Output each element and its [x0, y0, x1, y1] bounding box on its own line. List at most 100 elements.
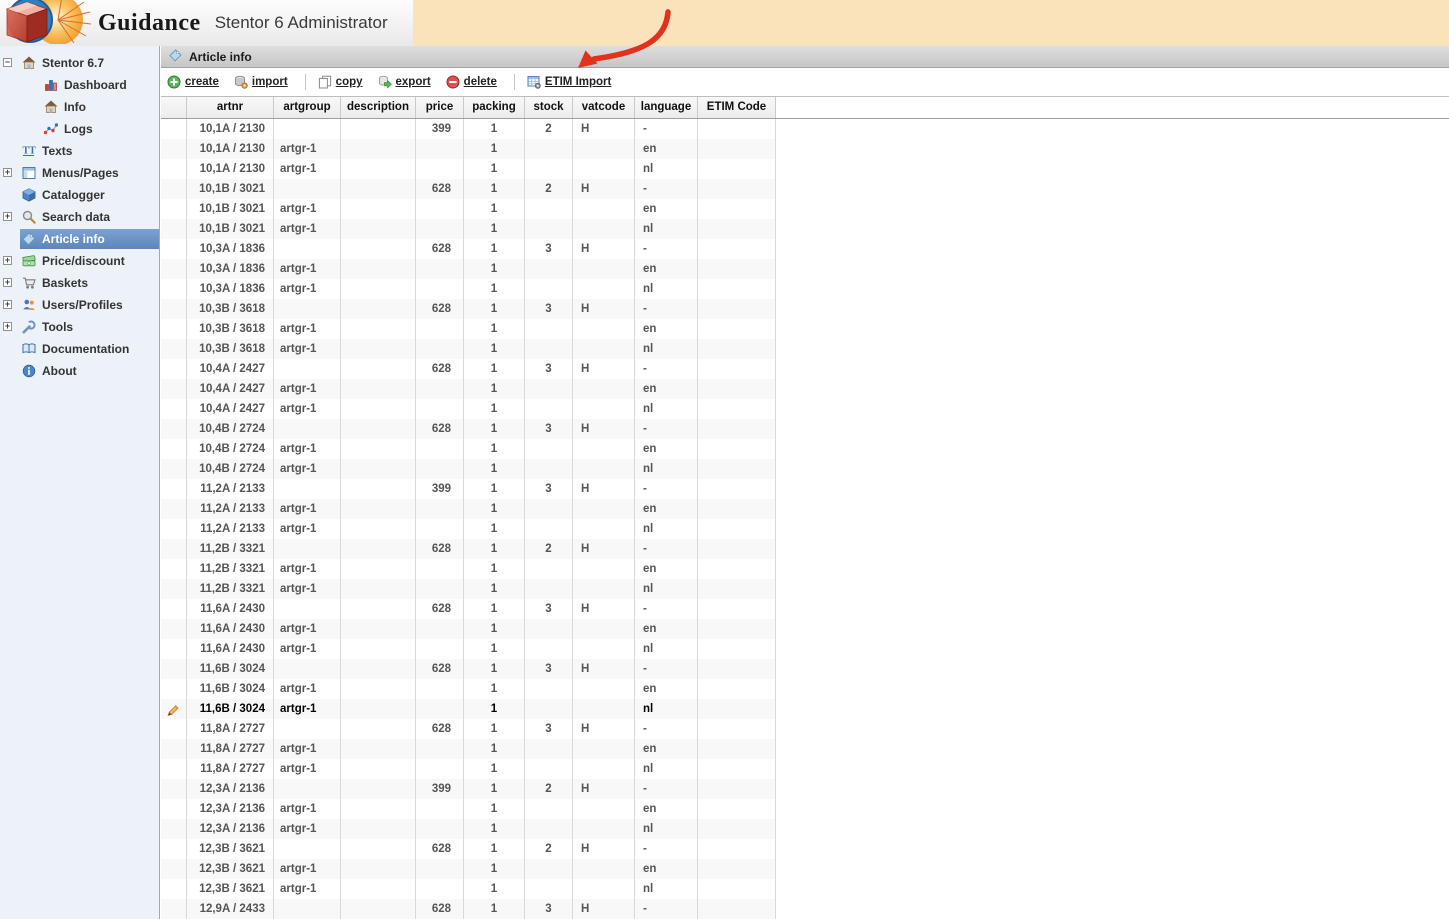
cell-description [341, 459, 416, 479]
sidebar-item-users-profiles[interactable]: + Users/Profiles [0, 294, 159, 316]
cell-packing: 1 [464, 779, 525, 799]
expand-icon[interactable]: + [3, 278, 12, 287]
table-row[interactable]: 10,4A / 2427 artgr-1 1 nl [161, 399, 776, 419]
table-row[interactable]: 10,1B / 3021 artgr-1 1 nl [161, 219, 776, 239]
table-row[interactable]: 11,2B / 3321 artgr-1 1 nl [161, 579, 776, 599]
cell-vatcode: H [573, 179, 635, 199]
cell-artgroup: artgr-1 [274, 159, 341, 179]
table-row[interactable]: 10,4B / 2724 artgr-1 1 nl [161, 459, 776, 479]
column-header-artnr[interactable]: artnr [187, 97, 274, 118]
table-row[interactable]: 11,6A / 2430 artgr-1 1 nl [161, 639, 776, 659]
main-panel: Article info create import copy export delet… [161, 46, 1449, 919]
table-row[interactable]: 11,6B / 3024 artgr-1 1 nl [161, 699, 776, 719]
cell-artgroup [274, 179, 341, 199]
sidebar-item-menus-pages[interactable]: + Menus/Pages [0, 162, 159, 184]
cell-artnr: 11,6A / 2430 [187, 619, 274, 639]
cell-stock [525, 819, 573, 839]
table-row[interactable]: 11,6B / 3024 artgr-1 1 en [161, 679, 776, 699]
column-header-price[interactable]: price [416, 97, 464, 118]
table-row[interactable]: 10,3B / 3618 628 1 3 H - [161, 299, 776, 319]
cell-etim-code [698, 759, 776, 779]
column-header-artgroup[interactable]: artgroup [274, 97, 341, 118]
table-row[interactable]: 10,3A / 1836 artgr-1 1 nl [161, 279, 776, 299]
create-button[interactable]: create [167, 75, 219, 89]
pencil-icon[interactable] [167, 704, 180, 717]
cell-artnr: 11,8A / 2727 [187, 739, 274, 759]
cell-vatcode [573, 259, 635, 279]
sidebar-item-about[interactable]: About [0, 360, 159, 382]
column-header-stock[interactable]: stock [525, 97, 573, 118]
table-row[interactable]: 11,6A / 2430 artgr-1 1 en [161, 619, 776, 639]
expand-icon[interactable]: + [3, 212, 12, 221]
table-row[interactable]: 10,3A / 1836 628 1 3 H - [161, 239, 776, 259]
cell-stock: 2 [525, 539, 573, 559]
table-row[interactable]: 10,3B / 3618 artgr-1 1 en [161, 319, 776, 339]
import-button[interactable]: import [234, 75, 288, 89]
sidebar-item-texts[interactable]: TT Texts [0, 140, 159, 162]
table-row[interactable]: 10,4A / 2427 628 1 3 H - [161, 359, 776, 379]
table-row[interactable]: 10,3A / 1836 artgr-1 1 en [161, 259, 776, 279]
table-row[interactable]: 11,8A / 2727 628 1 3 H - [161, 719, 776, 739]
table-row[interactable]: 11,8A / 2727 artgr-1 1 nl [161, 759, 776, 779]
sidebar-item-search-data[interactable]: + Search data [0, 206, 159, 228]
table-row[interactable]: 12,3B / 3621 628 1 2 H - [161, 839, 776, 859]
copy-button[interactable]: copy [318, 75, 363, 89]
table-row[interactable]: 10,3B / 3618 artgr-1 1 nl [161, 339, 776, 359]
cell-description [341, 419, 416, 439]
sidebar-item-baskets[interactable]: + Baskets [0, 272, 159, 294]
export-button[interactable]: export [378, 75, 431, 89]
cell-etim-code [698, 139, 776, 159]
sidebar-item-logs[interactable]: Logs [0, 118, 159, 140]
table-row[interactable]: 12,3A / 2136 399 1 2 H - [161, 779, 776, 799]
column-header-packing[interactable]: packing [464, 97, 525, 118]
cell-artnr: 11,2A / 2133 [187, 499, 274, 519]
table-row[interactable]: 10,1A / 2130 399 1 2 H - [161, 119, 776, 139]
sidebar-item-catalogger[interactable]: Catalogger [0, 184, 159, 206]
table-row[interactable]: 11,2B / 3321 628 1 2 H - [161, 539, 776, 559]
table-row[interactable]: 11,6B / 3024 628 1 3 H - [161, 659, 776, 679]
cell-etim-code [698, 199, 776, 219]
table-row[interactable]: 12,3A / 2136 artgr-1 1 nl [161, 819, 776, 839]
cell-artgroup: artgr-1 [274, 199, 341, 219]
table-row[interactable]: 10,1B / 3021 artgr-1 1 en [161, 199, 776, 219]
copy-icon [318, 75, 332, 89]
sidebar-item-info[interactable]: Info [0, 96, 159, 118]
expand-icon[interactable]: + [3, 168, 12, 177]
column-header-vatcode[interactable]: vatcode [573, 97, 635, 118]
table-row[interactable]: 10,1A / 2130 artgr-1 1 nl [161, 159, 776, 179]
table-row[interactable]: 11,2A / 2133 399 1 3 H - [161, 479, 776, 499]
column-header-etim-code[interactable]: ETIM Code [698, 97, 776, 118]
cell-description [341, 579, 416, 599]
table-row[interactable]: 11,6A / 2430 628 1 3 H - [161, 599, 776, 619]
column-header-language[interactable]: language [635, 97, 698, 118]
sidebar-item-tools[interactable]: + Tools [0, 316, 159, 338]
cell-etim-code [698, 479, 776, 499]
table-row[interactable]: 11,2A / 2133 artgr-1 1 en [161, 499, 776, 519]
table-row[interactable]: 11,2A / 2133 artgr-1 1 nl [161, 519, 776, 539]
table-row[interactable]: 12,9A / 2433 628 1 3 H - [161, 899, 776, 919]
sidebar-item-stentor-6-7[interactable]: − Stentor 6.7 [0, 52, 159, 74]
table-row[interactable]: 12,3A / 2136 artgr-1 1 en [161, 799, 776, 819]
create-plus-icon [167, 75, 181, 89]
table-row[interactable]: 10,4B / 2724 artgr-1 1 en [161, 439, 776, 459]
column-header-description[interactable]: description [341, 97, 416, 118]
table-row[interactable]: 12,3B / 3621 artgr-1 1 nl [161, 879, 776, 899]
table-row[interactable]: 10,1B / 3021 628 1 2 H - [161, 179, 776, 199]
expand-icon[interactable]: + [3, 322, 12, 331]
collapse-icon[interactable]: − [3, 58, 12, 67]
table-row[interactable]: 11,8A / 2727 artgr-1 1 en [161, 739, 776, 759]
table-row[interactable]: 12,3B / 3621 artgr-1 1 en [161, 859, 776, 879]
cell-description [341, 739, 416, 759]
sidebar-item-article-info[interactable]: Article info [0, 228, 159, 250]
table-row[interactable]: 11,2B / 3321 artgr-1 1 en [161, 559, 776, 579]
etim-import-button[interactable]: ETIM Import [527, 75, 611, 89]
delete-button[interactable]: delete [446, 75, 497, 89]
table-row[interactable]: 10,1A / 2130 artgr-1 1 en [161, 139, 776, 159]
sidebar-item-price-discount[interactable]: + Price/discount [0, 250, 159, 272]
table-row[interactable]: 10,4B / 2724 628 1 3 H - [161, 419, 776, 439]
sidebar-item-dashboard[interactable]: Dashboard [0, 74, 159, 96]
sidebar-item-documentation[interactable]: Documentation [0, 338, 159, 360]
table-row[interactable]: 10,4A / 2427 artgr-1 1 en [161, 379, 776, 399]
expand-icon[interactable]: + [3, 256, 12, 265]
expand-icon[interactable]: + [3, 300, 12, 309]
